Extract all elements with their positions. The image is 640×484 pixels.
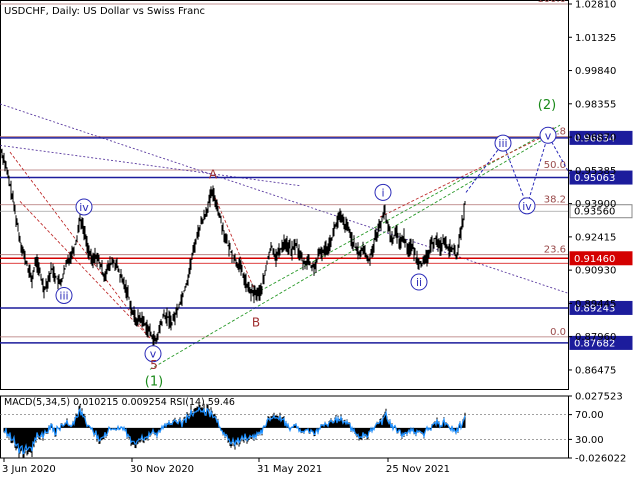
y-tick-label-5: 0.95385 bbox=[575, 166, 616, 177]
price-box-label-3: 0.91460 bbox=[574, 254, 615, 265]
y-tick-label-9: 0.89445 bbox=[575, 299, 616, 310]
fib-label-3: 38.2 bbox=[544, 195, 566, 206]
y-tick-label-11: 0.86475 bbox=[575, 365, 616, 376]
wave-label-9: iii bbox=[498, 137, 507, 150]
wave-label-3: 5 bbox=[150, 358, 158, 372]
wave-label-0: iv bbox=[79, 201, 89, 214]
ind-tick-label-1: 70.00 bbox=[575, 410, 604, 421]
x-tick-label-2: 31 May 2021 bbox=[257, 464, 322, 475]
x-tick-label-0: 3 Jun 2020 bbox=[2, 464, 56, 475]
chart: 100.061.850.038.223.60.0 0.968340.950630… bbox=[0, 0, 640, 480]
y-tick-label-3: 0.98355 bbox=[575, 99, 616, 110]
y-tick-label-1: 1.01325 bbox=[575, 33, 616, 44]
fib-label-0: 100.0 bbox=[537, 0, 566, 5]
x-tick-label-1: 30 Nov 2020 bbox=[130, 464, 194, 475]
y-tick-label-0: 1.02810 bbox=[575, 0, 616, 11]
ind-tick-label-3: -0.026022 bbox=[575, 454, 626, 465]
wave-label-7: i bbox=[381, 186, 384, 199]
ind-tick-label-2: 30.00 bbox=[575, 435, 604, 446]
x-tick-label-3: 25 Nov 2021 bbox=[386, 464, 450, 475]
indicator-label: MACD(5,34,5) 0.010215 0.009254 RSI(14) 5… bbox=[4, 397, 235, 408]
fib-label-5: 0.0 bbox=[550, 327, 566, 338]
wave-label-8: ii bbox=[416, 276, 422, 289]
wave-label-1: iii bbox=[59, 289, 68, 302]
ind-tick-label-0: 0.027523 bbox=[575, 392, 623, 403]
fib-label-4: 23.6 bbox=[544, 245, 566, 256]
y-tick-label-7: 0.92415 bbox=[575, 232, 616, 243]
chart-svg: 100.061.850.038.223.60.0 0.968340.950630… bbox=[0, 0, 640, 480]
y-tick-label-10: 0.87960 bbox=[575, 332, 616, 343]
wave-label-5: A bbox=[209, 167, 218, 181]
chart-title: USDCHF, Daily: US Dollar vs Swiss Franc bbox=[4, 6, 205, 17]
wave-label-10: iv bbox=[522, 200, 532, 213]
wave-label-11: v bbox=[545, 129, 552, 142]
wave-label-4: (1) bbox=[145, 375, 163, 390]
wave-label-12: (2) bbox=[538, 98, 556, 113]
chart-background bbox=[0, 0, 640, 480]
y-tick-label-6: 0.93900 bbox=[575, 199, 616, 210]
y-tick-label-8: 0.90930 bbox=[575, 266, 616, 277]
y-tick-label-2: 0.99840 bbox=[575, 66, 616, 77]
y-tick-label-4: 0.96870 bbox=[575, 133, 616, 144]
wave-label-6: B bbox=[252, 315, 260, 329]
